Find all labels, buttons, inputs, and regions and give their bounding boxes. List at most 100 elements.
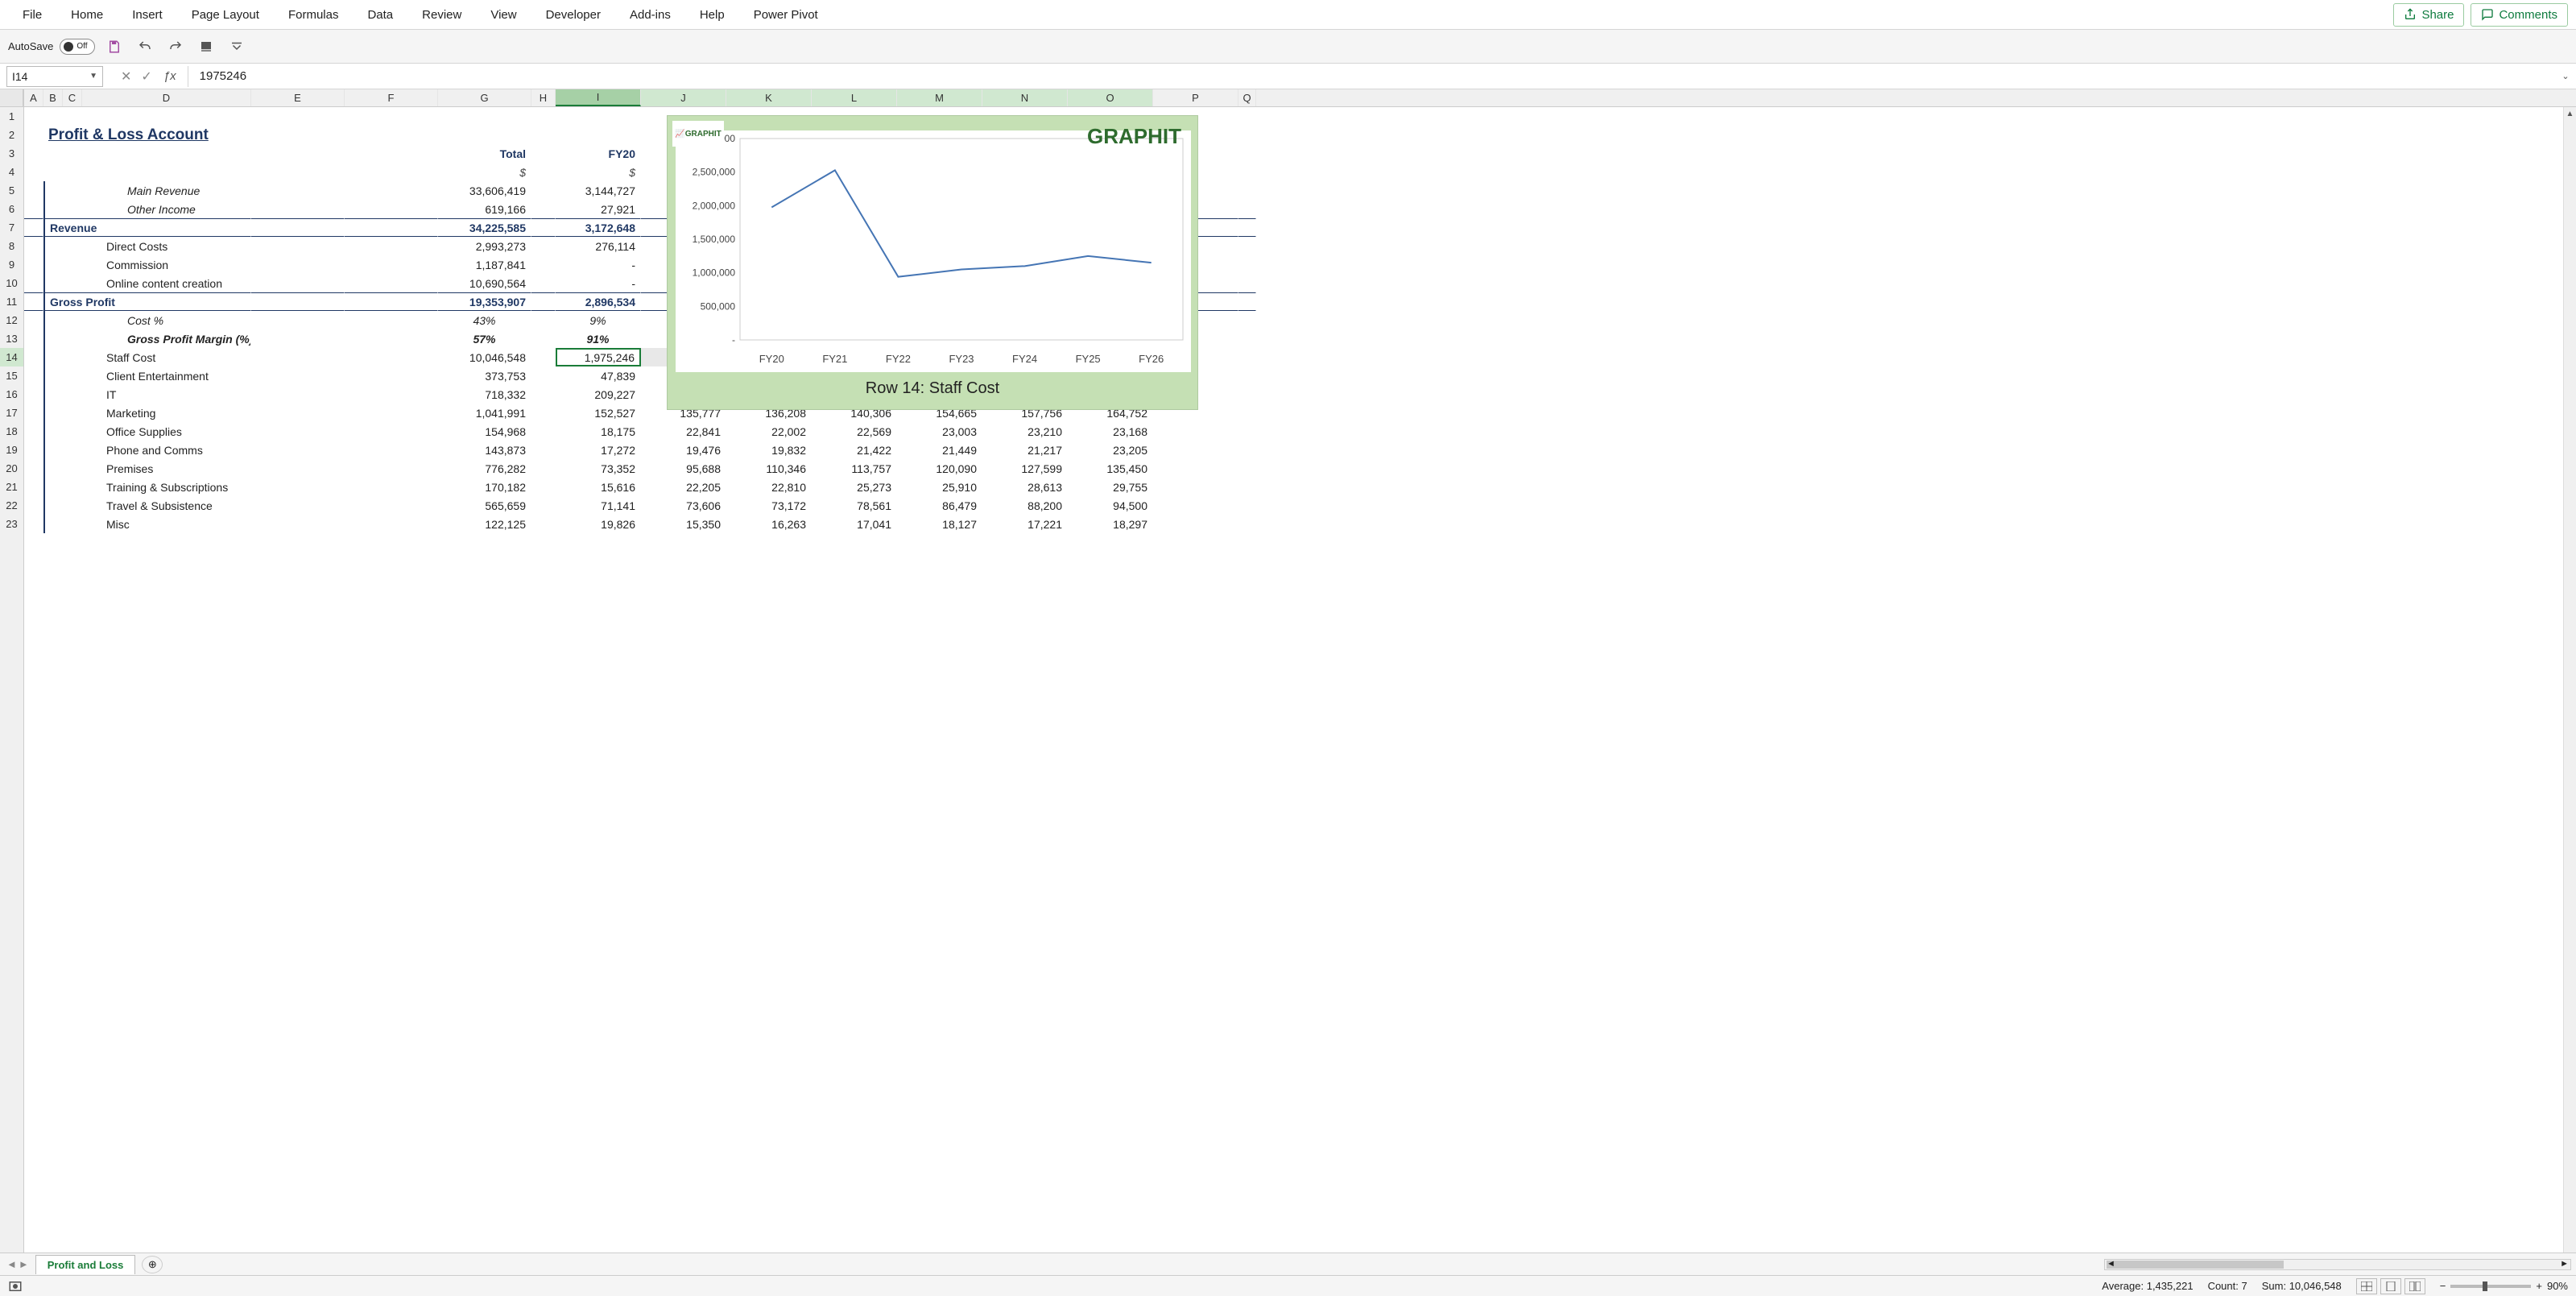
ribbon-tab-power-pivot[interactable]: Power Pivot (739, 2, 833, 28)
ribbon-tab-developer[interactable]: Developer (531, 2, 615, 28)
ribbon-tab-file[interactable]: File (8, 2, 56, 28)
cell-G17[interactable]: 1,041,991 (438, 404, 531, 422)
cell-E2[interactable] (251, 126, 345, 144)
row-header-9[interactable]: 9 (0, 255, 23, 274)
cell-C18[interactable] (63, 422, 82, 441)
cell-L22[interactable]: 78,561 (812, 496, 897, 515)
cell-I8[interactable]: 276,114 (556, 237, 641, 255)
cell-A7[interactable] (24, 218, 43, 237)
cell-L19[interactable]: 21,422 (812, 441, 897, 459)
cell-F18[interactable] (345, 422, 438, 441)
cell-E4[interactable] (251, 163, 345, 181)
row-header-19[interactable]: 19 (0, 441, 23, 459)
cell-Q15[interactable] (1238, 366, 1256, 385)
cell-B1[interactable] (43, 107, 63, 126)
cell-I15[interactable]: 47,839 (556, 366, 641, 385)
cell-D6[interactable]: Other Income (82, 200, 251, 218)
cell-D5[interactable]: Main Revenue (82, 181, 251, 200)
cell-O23[interactable]: 18,297 (1068, 515, 1153, 533)
ribbon-tab-view[interactable]: View (476, 2, 531, 28)
autosave-switch[interactable]: Off (60, 39, 95, 55)
cell-B15[interactable] (43, 366, 63, 385)
cell-A15[interactable] (24, 366, 43, 385)
cell-I17[interactable]: 152,527 (556, 404, 641, 422)
cell-H3[interactable] (531, 144, 556, 163)
cell-B22[interactable] (43, 496, 63, 515)
chevron-down-icon[interactable]: ▼ (89, 72, 97, 81)
cell-C9[interactable] (63, 255, 82, 274)
cell-C22[interactable] (63, 496, 82, 515)
touch-mode-button[interactable] (195, 35, 217, 58)
cell-D9[interactable]: Commission (82, 255, 251, 274)
cell-H10[interactable] (531, 274, 556, 292)
cell-A23[interactable] (24, 515, 43, 533)
zoom-control[interactable]: − + 90% (2440, 1280, 2568, 1292)
cell-C8[interactable] (63, 237, 82, 255)
cell-H13[interactable] (531, 329, 556, 348)
cell-Q21[interactable] (1238, 478, 1256, 496)
cell-A10[interactable] (24, 274, 43, 292)
cell-Q3[interactable] (1238, 144, 1256, 163)
cell-E19[interactable] (251, 441, 345, 459)
cell-M21[interactable]: 25,910 (897, 478, 982, 496)
cell-G22[interactable]: 565,659 (438, 496, 531, 515)
cell-G1[interactable] (438, 107, 531, 126)
cell-C10[interactable] (63, 274, 82, 292)
cell-G8[interactable]: 2,993,273 (438, 237, 531, 255)
formula-bar[interactable]: 1975246 (188, 66, 2555, 87)
cell-H2[interactable] (531, 126, 556, 144)
row-header-12[interactable]: 12 (0, 311, 23, 329)
cell-D13[interactable]: Gross Profit Margin (%) (82, 329, 251, 348)
cell-E17[interactable] (251, 404, 345, 422)
cell-G2[interactable] (438, 126, 531, 144)
cell-I4[interactable]: $ (556, 163, 641, 181)
cell-G4[interactable]: $ (438, 163, 531, 181)
cell-F2[interactable] (345, 126, 438, 144)
cell-I5[interactable]: 3,144,727 (556, 181, 641, 200)
ribbon-tab-insert[interactable]: Insert (118, 2, 177, 28)
row-header-14[interactable]: 14 (0, 348, 23, 366)
cell-H1[interactable] (531, 107, 556, 126)
cell-M19[interactable]: 21,449 (897, 441, 982, 459)
cell-H7[interactable] (531, 218, 556, 237)
cell-G7[interactable]: 34,225,585 (438, 218, 531, 237)
cell-I3[interactable]: FY20 (556, 144, 641, 163)
cell-C6[interactable] (63, 200, 82, 218)
cell-P23[interactable] (1153, 515, 1238, 533)
cell-G12[interactable]: 43% (438, 311, 531, 329)
horizontal-scrollbar[interactable]: ◄► (2104, 1259, 2571, 1270)
row-header-15[interactable]: 15 (0, 366, 23, 385)
cell-I11[interactable]: 2,896,534 (556, 292, 641, 311)
cell-I12[interactable]: 9% (556, 311, 641, 329)
cell-K20[interactable]: 110,346 (726, 459, 812, 478)
cell-B20[interactable] (43, 459, 63, 478)
cell-B11[interactable]: Gross Profit (43, 292, 251, 311)
cell-G19[interactable]: 143,873 (438, 441, 531, 459)
cell-Q16[interactable] (1238, 385, 1256, 404)
cell-D17[interactable]: Marketing (82, 404, 251, 422)
cell-D23[interactable]: Misc (82, 515, 251, 533)
cell-Q9[interactable] (1238, 255, 1256, 274)
cell-G10[interactable]: 10,690,564 (438, 274, 531, 292)
cell-J21[interactable]: 22,205 (641, 478, 726, 496)
cell-E18[interactable] (251, 422, 345, 441)
scroll-up-icon[interactable]: ▲ (2564, 107, 2576, 120)
row-header-2[interactable]: 2 (0, 126, 23, 144)
cell-C16[interactable] (63, 385, 82, 404)
column-header-Q[interactable]: Q (1238, 89, 1256, 106)
cell-Q12[interactable] (1238, 311, 1256, 329)
cell-E8[interactable] (251, 237, 345, 255)
cell-I9[interactable]: - (556, 255, 641, 274)
cell-G23[interactable]: 122,125 (438, 515, 531, 533)
cell-F20[interactable] (345, 459, 438, 478)
cell-B8[interactable] (43, 237, 63, 255)
cell-A9[interactable] (24, 255, 43, 274)
cell-F3[interactable] (345, 144, 438, 163)
cell-J18[interactable]: 22,841 (641, 422, 726, 441)
cell-C12[interactable] (63, 311, 82, 329)
cell-B21[interactable] (43, 478, 63, 496)
cell-D22[interactable]: Travel & Subsistence (82, 496, 251, 515)
ribbon-tab-review[interactable]: Review (407, 2, 476, 28)
cell-D10[interactable]: Online content creation (82, 274, 251, 292)
cell-N19[interactable]: 21,217 (982, 441, 1068, 459)
